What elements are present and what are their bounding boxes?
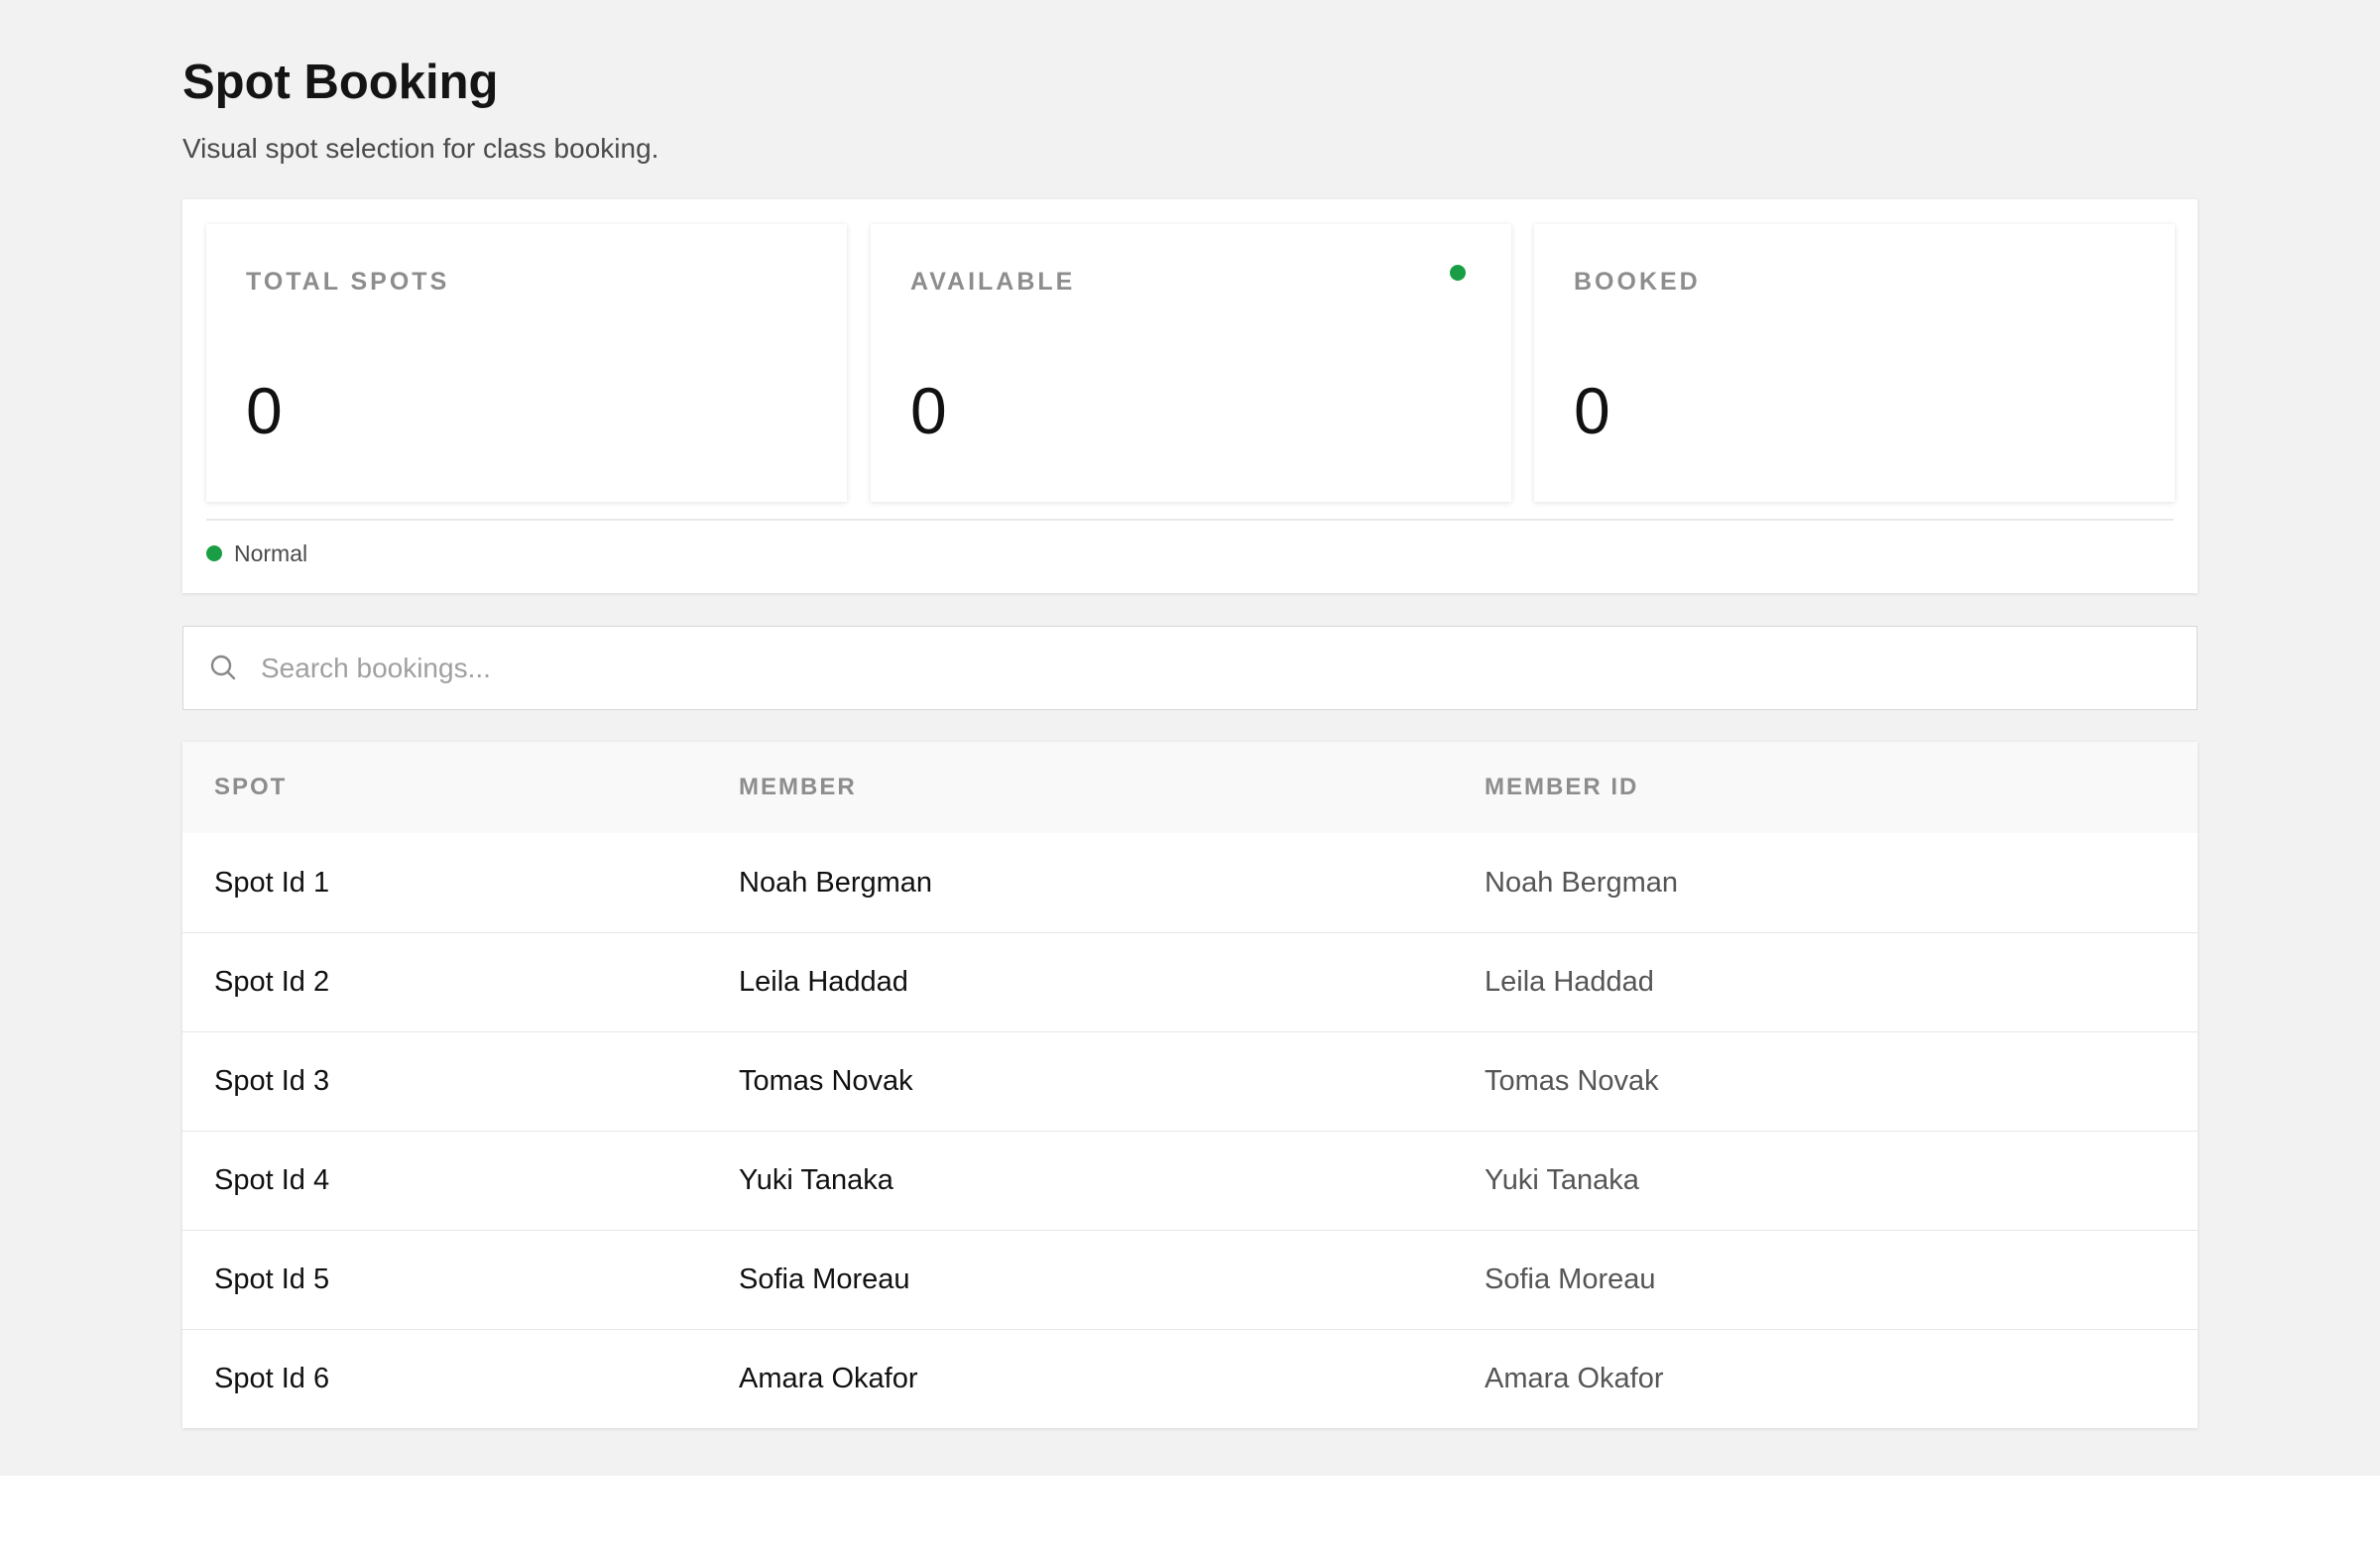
table-row[interactable]: Spot Id 5 Sofia Moreau Sofia Moreau <box>182 1230 2198 1329</box>
column-header-member-id[interactable]: MEMBER ID <box>1485 742 1638 833</box>
cell-spot: Spot Id 2 <box>214 966 330 998</box>
divider <box>206 519 2174 521</box>
cell-member-id: Amara Okafor <box>1485 1363 1664 1394</box>
cell-member: Tomas Novak <box>739 1065 913 1097</box>
column-header-spot[interactable]: SPOT <box>214 742 287 833</box>
table-row[interactable]: Spot Id 2 Leila Haddad Leila Haddad <box>182 932 2198 1031</box>
table-row[interactable]: Spot Id 6 Amara Okafor Amara Okafor <box>182 1329 2198 1428</box>
stat-label: AVAILABLE <box>910 268 1076 296</box>
page-background: Spot Booking Visual spot selection for c… <box>0 0 2380 1476</box>
status-label: Normal <box>234 540 308 566</box>
table-row[interactable]: Spot Id 4 Yuki Tanaka Yuki Tanaka <box>182 1131 2198 1230</box>
page-subtitle: Visual spot selection for class booking. <box>182 133 659 164</box>
status-dot <box>206 545 222 561</box>
cell-member: Yuki Tanaka <box>739 1164 893 1196</box>
cell-member: Sofia Moreau <box>739 1263 910 1295</box>
table-row[interactable]: Spot Id 1 Noah Bergman Noah Bergman <box>182 833 2198 932</box>
cell-member-id: Noah Bergman <box>1485 866 1679 899</box>
cell-spot: Spot Id 3 <box>214 1065 330 1097</box>
cell-spot: Spot Id 1 <box>214 866 330 899</box>
table-header: SPOT MEMBER MEMBER ID <box>182 742 2198 833</box>
cell-member-id: Yuki Tanaka <box>1485 1164 1639 1196</box>
cell-member: Amara Okafor <box>739 1363 918 1394</box>
cell-member-id: Leila Haddad <box>1485 966 1654 998</box>
table-row[interactable]: Spot Id 3 Tomas Novak Tomas Novak <box>182 1031 2198 1131</box>
cell-spot: Spot Id 6 <box>214 1363 330 1394</box>
stat-value: 0 <box>1574 374 1610 447</box>
stat-label: BOOKED <box>1574 268 1701 296</box>
available-indicator-dot <box>1450 265 1466 281</box>
stat-card-available: AVAILABLE 0 <box>871 224 1511 502</box>
table-body: Spot Id 1 Noah Bergman Noah Bergman Spot… <box>182 833 2198 1428</box>
stat-value: 0 <box>246 374 283 447</box>
stat-value: 0 <box>910 374 947 447</box>
bookings-table: SPOT MEMBER MEMBER ID Spot Id 1 Noah Ber… <box>182 742 2198 1428</box>
stat-card-booked: BOOKED 0 <box>1534 224 2175 502</box>
cell-member: Leila Haddad <box>739 966 908 998</box>
search-input[interactable] <box>261 627 2145 709</box>
cell-spot: Spot Id 5 <box>214 1263 330 1295</box>
cell-member-id: Tomas Novak <box>1485 1065 1659 1097</box>
stats-panel: TOTAL SPOTS 0 AVAILABLE 0 BOOKED 0 Norma… <box>182 199 2198 593</box>
page-title: Spot Booking <box>182 56 499 109</box>
cell-member-id: Sofia Moreau <box>1485 1263 1656 1295</box>
cell-spot: Spot Id 4 <box>214 1164 330 1196</box>
column-header-member[interactable]: MEMBER <box>739 742 857 833</box>
search-icon <box>210 655 236 680</box>
stat-card-total-spots: TOTAL SPOTS 0 <box>206 224 847 502</box>
status-indicator: Normal <box>206 539 307 568</box>
stat-label: TOTAL SPOTS <box>246 268 450 296</box>
search-bar[interactable] <box>182 626 2198 710</box>
cell-member: Noah Bergman <box>739 866 933 899</box>
